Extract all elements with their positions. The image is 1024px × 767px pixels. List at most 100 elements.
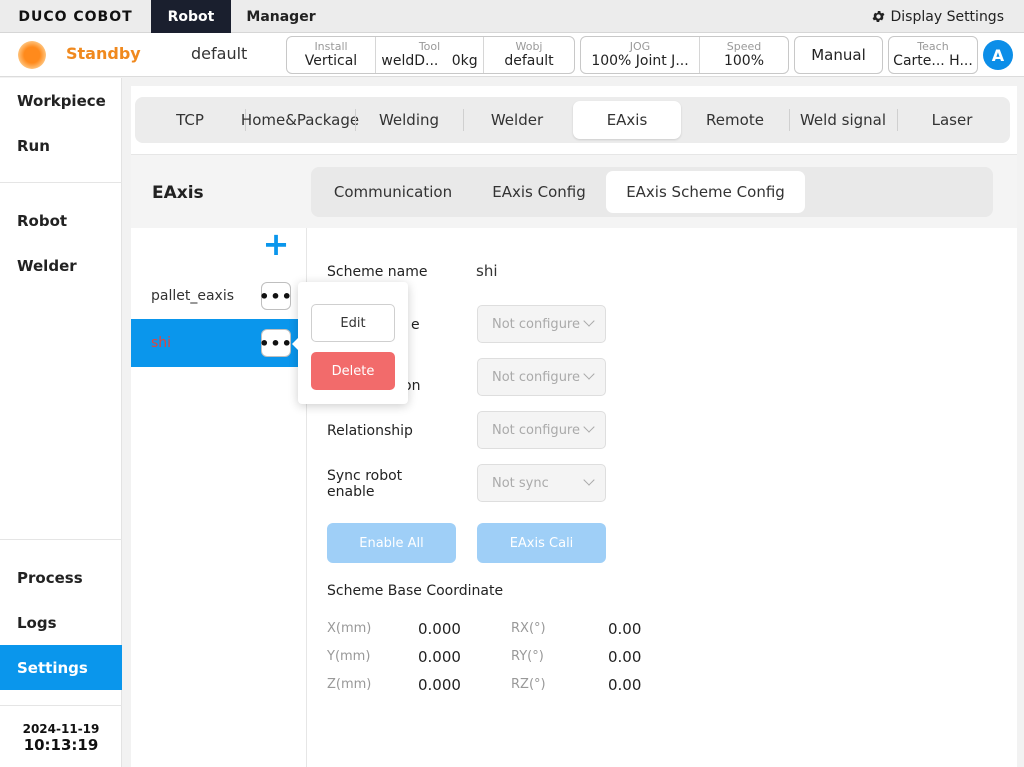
mode-manual-button[interactable]: Manual [794,36,883,74]
teach-caption: Teach [917,40,949,53]
wobj-cell[interactable]: Wobj default [484,37,574,73]
sidebar-item-welder[interactable]: Welder [0,243,122,288]
tab-tcp[interactable]: TCP [135,101,245,139]
sync-robot-enable-select[interactable]: Not sync [477,464,606,502]
more-options-icon[interactable]: ••• [259,329,292,357]
relationship-label: Relationship [327,423,413,439]
user-avatar[interactable]: A [983,40,1013,70]
sidebar: Workpiece Run Robot Welder Process Logs … [0,78,122,767]
enable-all-button[interactable]: Enable All [327,523,456,563]
coord-z-label: Z(mm) [327,677,372,692]
chevron-down-icon [583,474,595,486]
select-value: Not configure [492,316,580,332]
jog-caption: JOG [629,40,651,53]
tab-eaxis[interactable]: EAxis [573,101,681,139]
teach-cell[interactable]: Teach Carte... H... [889,37,977,73]
add-scheme-icon[interactable]: + [262,228,290,260]
install-cell[interactable]: Install Vertical [287,37,376,73]
sidebar-item-run[interactable]: Run [0,123,122,168]
teach-value: Carte... H... [893,53,973,69]
sync-label-line1: Sync robot [327,468,403,484]
wobj-value: default [504,53,554,69]
display-settings-label: Display Settings [890,8,1004,25]
project-name: default [191,44,248,63]
section-title: EAxis [152,183,204,203]
tool-value: weldD... 0kg [381,53,477,70]
delete-button[interactable]: Delete [311,352,395,390]
select-value: Not configure [492,369,580,385]
scheme-name-label: Scheme name [327,264,428,280]
sidebar-item-logs[interactable]: Logs [0,600,122,645]
more-options-icon[interactable]: ••• [259,282,292,310]
sidebar-divider [0,182,122,183]
tab-laser[interactable]: Laser [897,101,1007,139]
gear-icon [872,11,884,22]
sidebar-divider [0,705,122,706]
tab-robot[interactable]: Robot [151,0,231,33]
tab-remote[interactable]: Remote [681,101,789,139]
coord-rz-label: RZ(°) [511,677,546,692]
coord-x-value: 0.000 [418,620,461,638]
teach-panel[interactable]: Teach Carte... H... [888,36,978,74]
jog-value: 100% Joint J... [591,53,689,69]
scheme-options-popup: Edit Delete [292,282,408,404]
current-date: 2024-11-19 [22,722,100,736]
tab-manager[interactable]: Manager [231,0,331,33]
jog-cell[interactable]: JOG 100% Joint J... [581,37,700,73]
duco-logo: DUCO COBOT [18,8,133,25]
coord-ry-label: RY(°) [511,649,544,664]
sidebar-item-process[interactable]: Process [0,555,122,600]
coord-rx-value: 0.00 [608,620,642,638]
display-settings-button[interactable]: Display Settings [871,0,1004,33]
eaxis-subtabs: Communication EAxis Config EAxis Scheme … [311,167,993,217]
eaxis-type-select[interactable]: Not configure [477,305,606,343]
sidebar-item-robot[interactable]: Robot [0,198,122,243]
settings-tabs: TCP Home&Package Welding Welder EAxis Re… [135,97,1010,143]
install-caption: Install [314,40,348,53]
coord-z-value: 0.000 [418,676,461,694]
speed-value: 100% [723,53,765,69]
sidebar-item-settings[interactable]: Settings [0,645,122,690]
tool-load: 0kg [451,53,478,69]
coord-x-label: X(mm) [327,621,372,636]
scheme-base-coordinate-title: Scheme Base Coordinate [327,583,504,599]
sidebar-item-workpiece[interactable]: Workpiece [0,78,122,123]
top-bar: DUCO COBOT Robot Manager Display Setting… [0,0,1024,33]
coord-y-value: 0.000 [418,648,461,666]
speed-cell[interactable]: Speed 100% [700,37,788,73]
main-panel: TCP Home&Package Welding Welder EAxis Re… [131,86,1017,767]
eaxis-position-select[interactable]: Not configure [477,358,606,396]
install-tool-wobj-panel[interactable]: Install Vertical Tool weldD... 0kg Wobj … [286,36,575,74]
eaxis-header: EAxis Communication EAxis Config EAxis S… [131,154,1017,228]
tab-home-package[interactable]: Home&Package [241,101,359,139]
chevron-down-icon [583,315,595,327]
subtab-eaxis-config[interactable]: EAxis Config [471,171,607,213]
robot-state: Standby [66,44,141,63]
coord-rx-label: RX(°) [511,621,546,636]
eaxis-cali-button[interactable]: EAxis Cali [477,523,606,563]
install-value: Vertical [304,53,358,69]
tool-caption: Tool [418,40,441,53]
coord-rz-value: 0.00 [608,676,642,694]
speed-caption: Speed [726,40,762,53]
current-time: 10:13:19 [23,736,99,754]
tab-weld-signal[interactable]: Weld signal [789,101,897,139]
select-value: Not configure [492,422,580,438]
tool-cell[interactable]: Tool weldD... 0kg [376,37,484,73]
edit-button[interactable]: Edit [311,304,395,342]
chevron-down-icon [583,368,595,380]
subtab-eaxis-scheme-config[interactable]: EAxis Scheme Config [606,171,805,213]
chevron-down-icon [583,421,595,433]
status-indicator-icon [18,41,46,69]
relationship-select[interactable]: Not configure [477,411,606,449]
jog-speed-panel[interactable]: JOG 100% Joint J... Speed 100% [580,36,789,74]
coord-y-label: Y(mm) [327,649,371,664]
tab-welding[interactable]: Welding [355,101,463,139]
tab-welder[interactable]: Welder [463,101,571,139]
status-bar: Standby default Install Vertical Tool we… [0,33,1024,77]
sync-robot-enable-label: Sync robot enable [327,468,402,500]
coord-ry-value: 0.00 [608,648,642,666]
subtab-communication[interactable]: Communication [315,171,471,213]
sync-label-line2: enable [327,484,375,500]
scheme-name: shi [151,335,172,351]
